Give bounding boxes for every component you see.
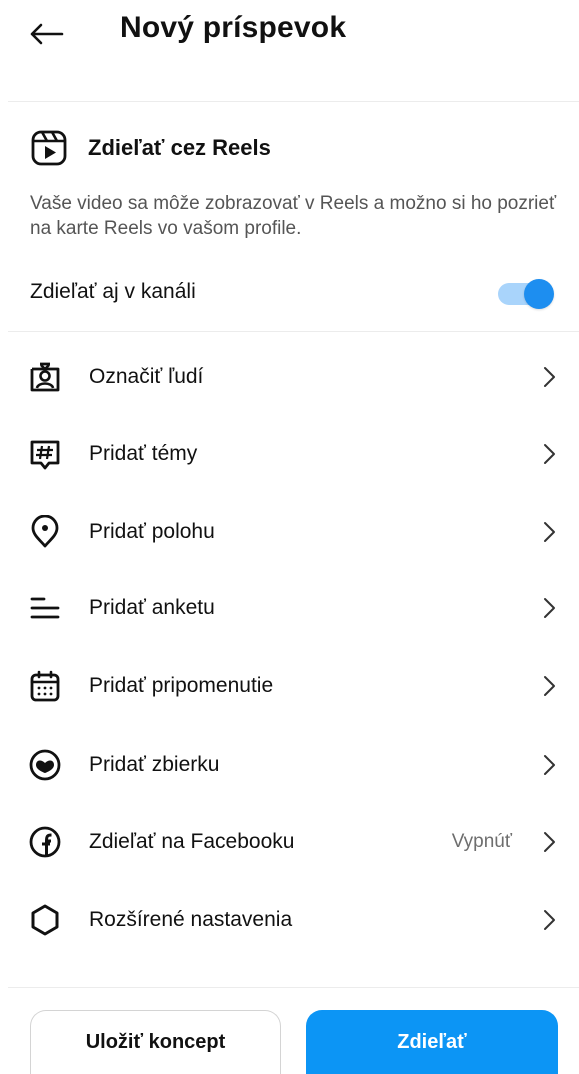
facebook-icon: [28, 825, 62, 859]
menu-item-tag-people[interactable]: Označiť ľudí: [28, 350, 556, 404]
save-draft-button[interactable]: Uložiť koncept: [30, 1010, 281, 1074]
footer-divider: [8, 987, 579, 988]
tag-people-icon: [28, 360, 62, 394]
chevron-right-icon: [542, 675, 556, 697]
menu-item-label: Pridať anketu: [89, 596, 215, 619]
share-to-feed-label: Zdieľať aj v kanáli: [30, 280, 196, 303]
poll-lines-icon: [28, 591, 62, 625]
menu-item-add-topics[interactable]: Pridať témy: [28, 427, 556, 481]
collection-heart-icon: [28, 748, 62, 782]
settings-gear-icon: [28, 903, 62, 937]
share-to-feed-toggle[interactable]: [496, 277, 556, 309]
menu-item-label: Pridať pripomenutie: [89, 674, 274, 697]
menu-item-add-reminder[interactable]: Pridať pripomenutie: [28, 659, 556, 713]
chevron-right-icon: [542, 831, 556, 853]
share-to-feed-row: Zdieľať aj v kanáli: [30, 272, 556, 312]
menu-item-label: Rozšírené nastavenia: [89, 908, 293, 931]
menu-item-label: Zdieľať na Facebooku: [89, 830, 295, 853]
menu-item-share-facebook[interactable]: Zdieľať na Facebooku Vypnúť: [28, 815, 556, 869]
section-divider: [8, 331, 579, 332]
chevron-right-icon: [542, 521, 556, 543]
location-pin-icon: [28, 515, 62, 549]
chevron-right-icon: [542, 754, 556, 776]
share-button[interactable]: Zdieľať: [306, 1010, 558, 1074]
top-bar: Nový príspevok: [0, 0, 579, 70]
chevron-right-icon: [542, 909, 556, 931]
menu-item-label: Pridať témy: [89, 442, 198, 465]
back-button[interactable]: [28, 14, 72, 54]
reels-title: Zdieľať cez Reels: [88, 135, 271, 160]
reels-section-header: Zdieľať cez Reels: [30, 128, 271, 168]
chevron-right-icon: [542, 443, 556, 465]
arrow-left-icon: [30, 23, 64, 45]
reels-description: Vaše video sa môže zobrazovať v Reels a …: [30, 193, 557, 239]
chevron-right-icon: [542, 366, 556, 388]
chevron-right-icon: [542, 597, 556, 619]
menu-item-add-poll[interactable]: Pridať anketu: [28, 581, 556, 635]
hashtag-icon: [28, 437, 62, 471]
toggle-knob: [524, 279, 554, 309]
menu-item-label: Pridať polohu: [89, 520, 215, 543]
menu-item-add-location[interactable]: Pridať polohu: [28, 505, 556, 559]
page-title: Nový príspevok: [120, 11, 347, 44]
reels-icon: [31, 130, 67, 166]
menu-item-add-collection[interactable]: Pridať zbierku: [28, 738, 556, 792]
menu-item-label: Pridať zbierku: [89, 753, 220, 776]
menu-item-advanced-settings[interactable]: Rozšírené nastavenia: [28, 893, 556, 947]
header-divider: [8, 101, 579, 102]
calendar-icon: [28, 669, 62, 703]
menu-item-label: Označiť ľudí: [89, 365, 204, 388]
facebook-share-status: Vypnúť: [451, 831, 512, 852]
